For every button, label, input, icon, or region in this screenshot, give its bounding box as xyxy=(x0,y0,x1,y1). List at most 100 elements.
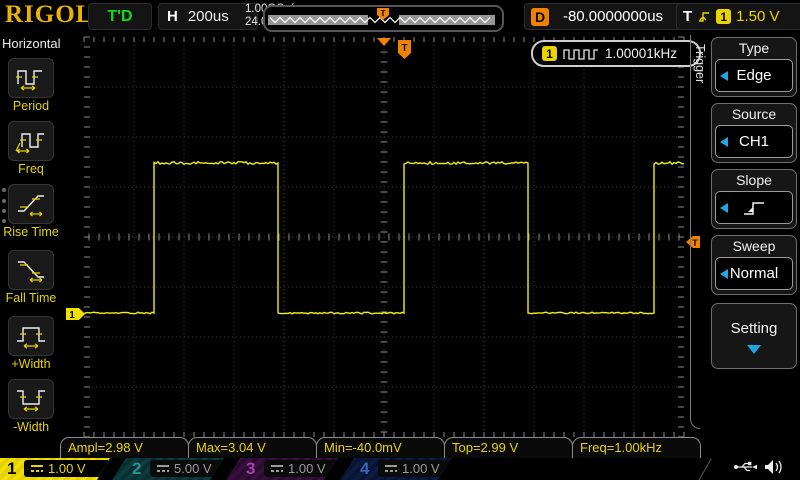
trigger-position-marker[interactable]: T xyxy=(398,40,411,59)
measurement-top[interactable]: Top=2.99 V xyxy=(444,437,573,458)
chevron-left-icon xyxy=(720,71,728,81)
menu-type[interactable]: Type Edge xyxy=(711,37,797,97)
menu-item-label: -Width xyxy=(0,420,62,434)
delay-value: -80.0000000us xyxy=(549,8,677,25)
channel-2-status[interactable]: 2 5.00 V xyxy=(112,458,224,480)
frequency-counter-badge: 1 1.00001kHz xyxy=(531,40,701,67)
system-status-icons xyxy=(733,459,782,475)
menu-item-label: Rise Time xyxy=(0,225,62,239)
menu-item-freq[interactable]: Freq xyxy=(0,121,62,176)
menu-source-value: CH1 xyxy=(739,133,769,150)
chevron-left-icon xyxy=(720,137,728,147)
trigger-level-value: 1.50 V xyxy=(736,8,779,25)
menu-setting[interactable]: Setting xyxy=(711,303,797,369)
menu-type-value: Edge xyxy=(736,67,771,84)
scroll-dot xyxy=(2,219,6,223)
menu-item-label: Fall Time xyxy=(0,291,62,305)
menu-sweep-value: Normal xyxy=(730,265,778,282)
channel-number: 1 xyxy=(7,458,16,480)
menu-sweep[interactable]: Sweep Normal xyxy=(711,235,797,295)
graticule xyxy=(84,37,684,437)
horizontal-label: H xyxy=(167,8,178,25)
channel-number: 3 xyxy=(246,458,255,480)
rising-edge-icon xyxy=(697,10,711,24)
menu-slope-label: Slope xyxy=(712,170,796,191)
delay-badge[interactable]: D -80.0000000us xyxy=(524,3,684,30)
channel-number: 4 xyxy=(360,458,369,480)
channel-1-status[interactable]: 1 1.00 V xyxy=(0,458,110,480)
dc-coupling-icon xyxy=(271,465,283,473)
measurement-bar: Ampl=2.98 V Max=3.04 V Min=-40.0mV Top=2… xyxy=(60,437,700,458)
freq-icon xyxy=(14,127,48,155)
timebase-value: 200us xyxy=(188,8,229,25)
trigger-menu-tab-outline xyxy=(690,35,700,429)
chevron-down-icon xyxy=(747,345,761,354)
channel-scale: 1.00 V xyxy=(402,461,440,476)
usb-icon xyxy=(733,459,757,475)
trigger-label: T xyxy=(683,8,692,25)
menu-slope[interactable]: Slope xyxy=(711,169,797,229)
slope-rising-icon xyxy=(741,198,767,218)
svg-text:T: T xyxy=(381,9,386,18)
menu-source[interactable]: Source CH1 xyxy=(711,103,797,163)
measurement-min[interactable]: Min=-40.0mV xyxy=(316,437,445,458)
counter-channel-chip: 1 xyxy=(542,46,557,61)
timebase-badge[interactable]: H 200us xyxy=(158,3,258,30)
delay-label: D xyxy=(531,8,549,26)
left-menu-title: Horizontal xyxy=(2,36,61,51)
svg-text:T: T xyxy=(401,43,407,54)
minus-width-icon xyxy=(14,385,48,413)
beeper-icon xyxy=(764,459,782,475)
channel-number: 2 xyxy=(132,458,141,480)
dc-coupling-icon xyxy=(385,465,397,473)
waveform-display: T 1 T xyxy=(62,32,700,438)
square-wave-icon xyxy=(563,48,599,60)
scroll-dot xyxy=(2,199,6,203)
menu-type-label: Type xyxy=(712,38,796,59)
trigger-source-chip: 1 xyxy=(716,9,731,24)
trigger-menu: Type Edge Source CH1 Slope xyxy=(700,32,800,450)
menu-item-label: Freq xyxy=(0,162,62,176)
menu-item-minus-width[interactable]: -Width xyxy=(0,379,62,434)
channel-scale: 5.00 V xyxy=(174,461,212,476)
menu-item-label: +Width xyxy=(0,357,62,371)
trigger-status-text: T'D xyxy=(107,8,132,26)
memory-strip-graphic: T xyxy=(265,7,498,26)
counter-value: 1.00001kHz xyxy=(605,46,677,61)
trigger-badge[interactable]: T 1 1.50 V xyxy=(676,3,800,30)
dc-coupling-icon xyxy=(157,465,169,473)
oscilloscope-screen: RIGOL T'D H 200us 1.00GSa/s 24.0M pts T … xyxy=(0,0,800,480)
menu-setting-label: Setting xyxy=(712,304,796,339)
menu-source-label: Source xyxy=(712,104,796,125)
menu-item-plus-width[interactable]: +Width xyxy=(0,316,62,371)
period-icon xyxy=(14,64,48,92)
chevron-left-icon xyxy=(720,269,728,279)
fall-time-icon xyxy=(14,256,48,284)
ch1-ground-marker[interactable]: 1 xyxy=(66,308,85,321)
menu-item-period[interactable]: Period xyxy=(0,58,62,113)
trigger-status-badge: T'D xyxy=(88,3,152,30)
rise-time-icon xyxy=(14,190,48,218)
scroll-dot xyxy=(2,188,6,192)
menu-item-rise-time[interactable]: Rise Time xyxy=(0,184,62,239)
measurement-freq[interactable]: Freq=1.00kHz xyxy=(572,437,701,458)
memory-position-strip[interactable]: T xyxy=(263,5,504,32)
channel-scale: 1.00 V xyxy=(288,461,326,476)
channel-status-bar: 1 1.00 V 2 5.00 V 3 1.00 V 4 1.00 V xyxy=(0,458,800,480)
scroll-dot xyxy=(2,209,6,213)
menu-item-label: Period xyxy=(0,99,62,113)
svg-text:1: 1 xyxy=(69,310,75,321)
channel-scale: 1.00 V xyxy=(48,461,86,476)
channel-4-status[interactable]: 4 1.00 V xyxy=(340,458,452,480)
dc-coupling-icon xyxy=(31,465,43,473)
measurement-ampl[interactable]: Ampl=2.98 V xyxy=(60,437,189,458)
measurement-max[interactable]: Max=3.04 V xyxy=(188,437,317,458)
menu-sweep-label: Sweep xyxy=(712,236,796,257)
horizontal-center-marker[interactable] xyxy=(377,38,391,46)
channel-3-status[interactable]: 3 1.00 V xyxy=(226,458,338,480)
horizontal-measure-menu: Horizontal Period Freq Rise Tim xyxy=(0,32,62,450)
menu-item-fall-time[interactable]: Fall Time xyxy=(0,250,62,305)
plus-width-icon xyxy=(14,322,48,350)
rigol-logo: RIGOL xyxy=(5,1,93,29)
chevron-left-icon xyxy=(720,203,728,213)
